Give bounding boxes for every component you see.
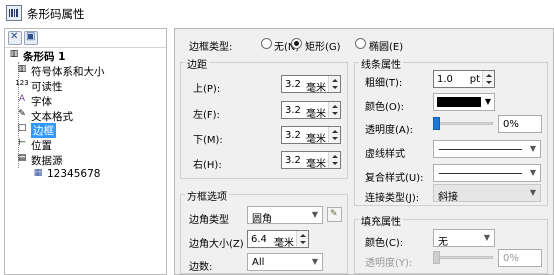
tree-item-label: 位置 [31,140,52,152]
compound-line-sample [439,173,522,174]
fill-opacity-input[interactable]: 0% [498,249,542,267]
line-opacity-label: 透明度(A): [365,125,414,136]
position-icon: ⊢ [18,138,26,148]
tree-toolbar: ✕ ▣ [5,29,166,48]
dash-line-sample [439,149,522,150]
line-opacity-input[interactable]: 0% [498,115,542,133]
fill-color-label: 颜色(C): [365,238,404,249]
corner-size-input[interactable]: 6.4 毫米 [247,230,309,249]
spin-arrows[interactable] [328,127,340,143]
spin-arrows[interactable] [328,152,340,168]
compound-style-label: 复合样式(U): [365,173,424,184]
tree-item-label: 条形码 1 [23,51,66,63]
fill-opacity-slider-track[interactable] [433,256,493,259]
line-properties-title: 线条属性 [359,56,403,71]
property-tree-panel: ✕ ▣ ▥ 条形码 1 ▥ 符号体系和大小 123 可读性 A 字体 ✎ 文本格… [4,28,167,275]
text-format-icon: ✎ [18,109,26,119]
border-properties-panel: 边框类型: 无(N) 矩形(G) 椭圆(E) 边距 上(P): 3.2 毫米 左… [174,28,554,275]
barcode-app-icon [6,5,22,21]
dash-style-select[interactable]: ▼ [433,140,541,158]
border-icon: □ [17,123,27,133]
line-opacity-slider-track[interactable] [433,122,493,125]
expand-icon[interactable]: ✕ [8,31,22,45]
tree-item-label: 符号体系和大小 [31,66,105,78]
margin-left-input[interactable]: 3.2 毫米 [281,101,341,120]
chevron-down-icon: ▼ [311,257,318,266]
margin-left-label: 左(F): [193,110,220,121]
margin-group-title: 边距 [185,56,209,71]
chevron-down-icon: ▼ [529,144,536,153]
corner-size-label: 边角大小(Z) [189,239,244,250]
box-options-title: 方框选项 [185,188,229,203]
datasource-icon: ▤ [17,153,27,163]
margin-bottom-input[interactable]: 3.2 毫米 [281,126,341,145]
margin-top-label: 上(P): [193,84,221,95]
radio-ellipse-label: 椭圆(E) [369,42,404,53]
line-color-label: 颜色(O): [365,102,405,113]
line-opacity-slider-thumb[interactable] [433,117,440,130]
chevron-down-icon: ▼ [311,210,318,219]
data-item-icon: ▦ [33,168,43,178]
window-title: 条形码属性 [27,7,85,21]
sides-select[interactable]: All ▼ [247,253,323,271]
spin-arrows[interactable] [296,231,308,247]
tree-item-label: 字体 [31,96,52,108]
dash-style-label: 虚线样式 [365,149,405,160]
corner-edit-button[interactable]: ✎ [327,207,342,222]
radio-ellipse[interactable] [355,38,366,49]
radio-rectangle[interactable] [291,38,302,49]
sides-label: 边数: [189,262,213,273]
tree-item-label: 数据源 [31,155,63,167]
margin-right-input[interactable]: 3.2 毫米 [281,151,341,170]
compound-style-select[interactable]: ▼ [433,164,541,182]
chevron-down-icon: ▼ [529,188,536,197]
barcode-root-icon: ▥ [9,49,19,59]
radio-none[interactable] [261,38,272,49]
corner-type-select[interactable]: 圆角 ▼ [247,206,323,225]
spin-arrows[interactable] [482,71,494,87]
barcode-icon: ▥ [17,64,27,74]
tree-item-label: 边框 [31,123,56,138]
font-icon: A [18,94,26,104]
line-color-picker[interactable]: ▼ [433,93,495,111]
spin-arrows[interactable] [328,102,340,118]
edit-icon: ✎ [330,209,338,219]
corner-type-label: 边角类型 [189,215,229,226]
thickness-input[interactable]: 1.0 pt [433,70,495,88]
line-color-swatch [437,97,481,107]
margin-right-label: 右(H): [193,160,222,171]
margin-top-input[interactable]: 3.2 毫米 [281,75,341,94]
object-icon[interactable]: ▣ [24,31,38,45]
fill-opacity-label: 透明度(Y): [365,258,413,269]
fill-color-select[interactable]: 无 ▼ [433,229,495,248]
frame-type-label: 边框类型: [189,42,233,53]
tree-item-label: 文本格式 [31,111,73,123]
fill-opacity-slider-thumb[interactable] [433,251,440,264]
title-bar: 条形码属性 [0,0,554,27]
chevron-down-icon: ▼ [484,97,491,106]
radio-rectangle-label: 矩形(G) [305,42,341,53]
chevron-down-icon: ▼ [483,233,490,242]
tree-item-label: 可读性 [31,81,63,93]
chevron-down-icon: ▼ [529,168,536,177]
join-type-label: 连接类型(J): [365,193,420,204]
margin-bottom-label: 下(M): [193,135,223,146]
tree-item-label: 12345678 [47,168,101,180]
join-type-select[interactable]: 斜接 ▼ [433,184,541,203]
readability-icon: 123 [15,79,29,87]
spin-arrows[interactable] [328,76,340,92]
thickness-label: 粗细(T): [365,78,403,89]
fill-properties-title: 填充属性 [359,213,403,228]
